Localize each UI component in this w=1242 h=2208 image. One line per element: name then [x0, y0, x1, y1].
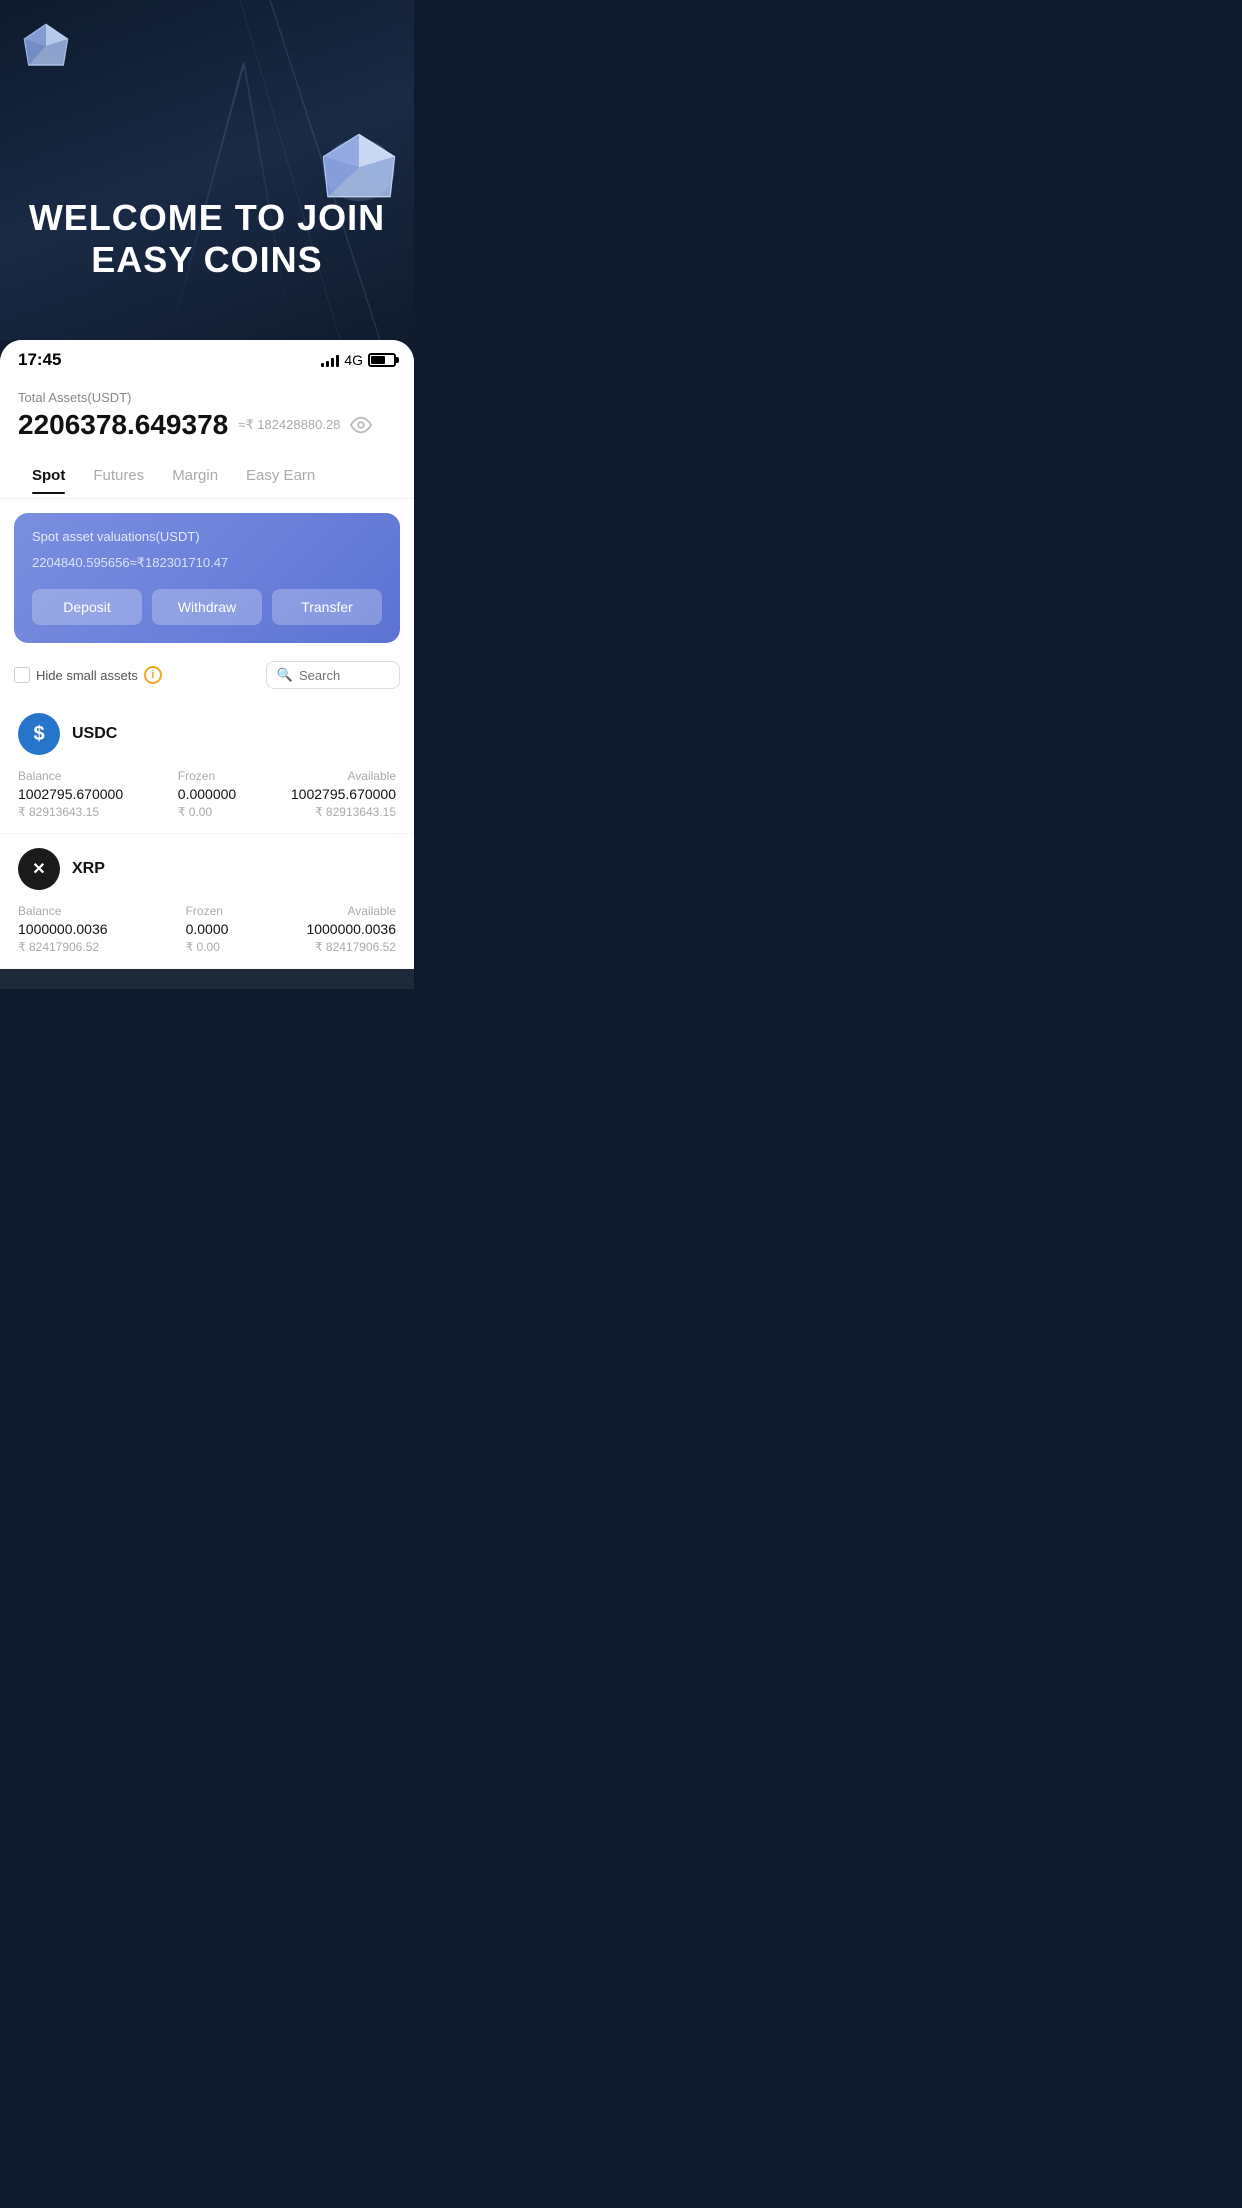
tab-futures[interactable]: Futures [79, 461, 158, 494]
usdc-balances: Balance 1002795.670000 ₹ 82913643.15 Fro… [18, 769, 396, 819]
assets-inr-value: ≈₹ 182428880.28 [238, 417, 340, 433]
spot-actions: Deposit Withdraw Transfer [32, 589, 382, 625]
hide-small-checkbox[interactable] [14, 667, 30, 683]
usdc-available-col: Available 1002795.670000 ₹ 82913643.15 [291, 769, 396, 819]
network-label: 4G [344, 352, 363, 368]
status-bar: 17:45 4G [0, 340, 414, 376]
tab-bar: Spot Futures Margin Easy Earn [0, 451, 414, 499]
battery-icon [368, 353, 396, 367]
spot-card-value: 2204840.595656≈₹182301710.47 [32, 550, 382, 573]
xrp-balances: Balance 1000000.0036 ₹ 82417906.52 Froze… [18, 904, 396, 954]
tab-margin[interactable]: Margin [158, 461, 232, 494]
tab-spot[interactable]: Spot [18, 461, 79, 494]
deposit-button[interactable]: Deposit [32, 589, 142, 625]
spot-card-label: Spot asset valuations(USDT) [32, 529, 382, 544]
assets-main-value: 2206378.649378 [18, 409, 228, 441]
search-input[interactable] [299, 668, 389, 683]
status-time: 17:45 [18, 350, 61, 370]
coin-item-usdc[interactable]: $ USDC Balance 1002795.670000 ₹ 82913643… [0, 699, 414, 834]
assets-label: Total Assets(USDT) [18, 390, 396, 405]
xrp-balance-col: Balance 1000000.0036 ₹ 82417906.52 [18, 904, 108, 954]
coin-list: $ USDC Balance 1002795.670000 ₹ 82913643… [0, 699, 414, 969]
coin-header-usdc: $ USDC [18, 713, 396, 755]
xrp-available-col: Available 1000000.0036 ₹ 82417906.52 [306, 904, 396, 954]
usdc-balance-col: Balance 1002795.670000 ₹ 82913643.15 [18, 769, 123, 819]
eye-icon[interactable] [350, 414, 372, 436]
tab-easy-earn[interactable]: Easy Earn [232, 461, 329, 494]
phone-screen: 17:45 4G Total Assets(USDT) 2206378.6493… [0, 340, 414, 969]
search-icon: 🔍 [277, 667, 293, 683]
hide-small-assets[interactable]: Hide small assets i [14, 666, 162, 684]
usdc-frozen-col: Frozen 0.000000 ₹ 0.00 [178, 769, 236, 819]
phone-frame: 17:45 4G Total Assets(USDT) 2206378.6493… [0, 340, 414, 989]
welcome-title: WELCOME TO JOIN EASY COINS [0, 197, 414, 280]
spot-card: Spot asset valuations(USDT) 2204840.5956… [14, 513, 400, 643]
usdc-name: USDC [72, 725, 117, 743]
filter-row: Hide small assets i 🔍 [0, 653, 414, 699]
assets-value-row: 2206378.649378 ≈₹ 182428880.28 [18, 409, 396, 441]
withdraw-button[interactable]: Withdraw [152, 589, 262, 625]
xrp-logo: ✕ [18, 848, 60, 890]
xrp-name: XRP [72, 860, 105, 878]
gem-icon-left [20, 20, 72, 72]
info-icon[interactable]: i [144, 666, 162, 684]
total-assets-section: Total Assets(USDT) 2206378.649378 ≈₹ 182… [0, 376, 414, 451]
usdc-logo: $ [18, 713, 60, 755]
xrp-frozen-col: Frozen 0.0000 ₹ 0.00 [186, 904, 229, 954]
hide-small-label: Hide small assets [36, 668, 138, 683]
coin-item-xrp[interactable]: ✕ XRP Balance 1000000.0036 ₹ 82417906.52… [0, 834, 414, 969]
coin-header-xrp: ✕ XRP [18, 848, 396, 890]
signal-icon [321, 353, 339, 367]
transfer-button[interactable]: Transfer [272, 589, 382, 625]
search-box[interactable]: 🔍 [266, 661, 400, 689]
hero-section: WELCOME TO JOIN EASY COINS [0, 0, 414, 340]
status-icons: 4G [321, 352, 396, 368]
